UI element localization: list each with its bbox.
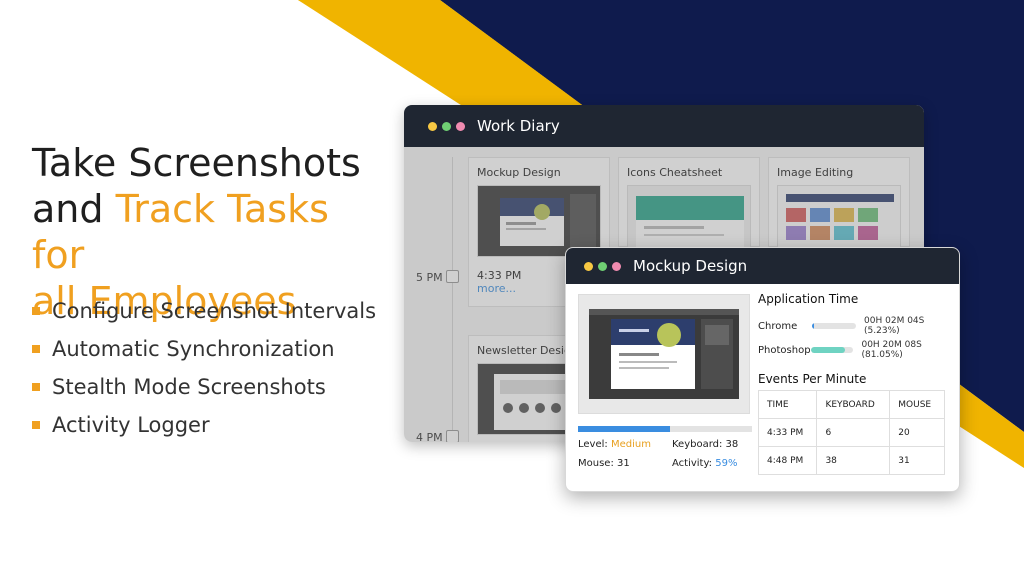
table-cell: 31 [889, 446, 945, 475]
bullet-square-icon [32, 307, 40, 315]
time-checkbox[interactable] [446, 430, 459, 442]
screenshot-card[interactable]: Image Editing [768, 157, 910, 257]
card-title: Icons Cheatsheet [627, 166, 723, 179]
activity-progress-fill [578, 426, 671, 432]
app-row-photoshop: Photoshop 00H 20M 08S (81.05%) [758, 340, 959, 360]
level-value: Medium [610, 439, 651, 450]
window-controls [584, 261, 621, 271]
app-usage-fill [811, 323, 815, 329]
card-title: Image Editing [777, 166, 854, 179]
time-label-5pm: 5 PM [416, 271, 443, 284]
column-header: KEYBOARD [816, 390, 891, 419]
table-cell: 4:33 PM [757, 418, 818, 447]
table-row: 4:33 PM 6 20 [757, 418, 945, 447]
events-table: TIME KEYBOARD MOUSE 4:33 PM 6 20 4:48 PM… [757, 390, 945, 475]
level-stat: Level: Medium [578, 439, 651, 450]
column-header: MOUSE [889, 390, 945, 419]
window-controls [428, 121, 465, 131]
card-title: Mockup Design [477, 166, 561, 179]
feature-list: Configure Screenshot Intervals Automatic… [32, 292, 376, 444]
table-cell: 6 [816, 418, 891, 447]
app-row-chrome: Chrome 00H 02M 04S (5.23%) [758, 316, 959, 336]
bullet-square-icon [32, 383, 40, 391]
window-dot-icon[interactable] [428, 121, 437, 131]
window-dot-icon[interactable] [612, 261, 621, 271]
window-dot-icon[interactable] [584, 261, 593, 271]
work-diary-titlebar: Work Diary [404, 105, 924, 147]
table-row: 4:48 PM 38 31 [757, 446, 945, 475]
feature-item: Activity Logger [32, 406, 376, 444]
keyboard-stat: Keyboard: 38 [672, 439, 739, 450]
mockup-design-popup: Mockup Design Level: Medium Keyboard: 38… [565, 247, 960, 492]
window-dot-icon[interactable] [456, 121, 465, 131]
events-per-minute-title: Events Per Minute [758, 372, 867, 386]
app-time-value: 00H 20M 08S (81.05%) [861, 340, 922, 360]
popup-screenshot[interactable] [578, 294, 750, 414]
timeline-line [452, 157, 453, 437]
popup-title: Mockup Design [633, 257, 748, 275]
activity-stat: Activity: 59% [672, 458, 738, 469]
time-label-4pm: 4 PM [416, 431, 443, 442]
column-header: TIME [757, 390, 818, 419]
feature-item: Stealth Mode Screenshots [32, 368, 376, 406]
app-name: Chrome [758, 320, 798, 332]
app-name: Photoshop [758, 344, 811, 356]
app-time-value: 00H 02M 04S (5.23%) [864, 316, 925, 336]
table-cell: 38 [816, 446, 891, 475]
window-dot-icon[interactable] [598, 261, 607, 271]
mouse-stat: Mouse: 31 [578, 458, 630, 469]
bullet-square-icon [32, 421, 40, 429]
app-usage-fill [810, 347, 846, 353]
time-checkbox[interactable] [446, 270, 459, 283]
window-dot-icon[interactable] [442, 121, 451, 131]
work-diary-title: Work Diary [477, 117, 560, 135]
table-cell: 4:48 PM [757, 446, 818, 475]
app-usage-bar [811, 323, 857, 329]
activity-value: 59% [715, 458, 738, 469]
feature-item: Configure Screenshot Intervals [32, 292, 376, 330]
bullet-square-icon [32, 345, 40, 353]
table-header-row: TIME KEYBOARD MOUSE [757, 390, 945, 419]
feature-item: Automatic Synchronization [32, 330, 376, 368]
screenshot-card[interactable]: Icons Cheatsheet [618, 157, 760, 257]
activity-progress-bar [578, 426, 752, 432]
app-usage-bar [810, 347, 854, 353]
popup-titlebar: Mockup Design [566, 248, 959, 284]
application-time-title: Application Time [758, 292, 859, 306]
headline-line1: Take Screenshots [32, 141, 361, 185]
table-cell: 20 [889, 418, 945, 447]
headline-line2-plain: and [32, 187, 116, 231]
